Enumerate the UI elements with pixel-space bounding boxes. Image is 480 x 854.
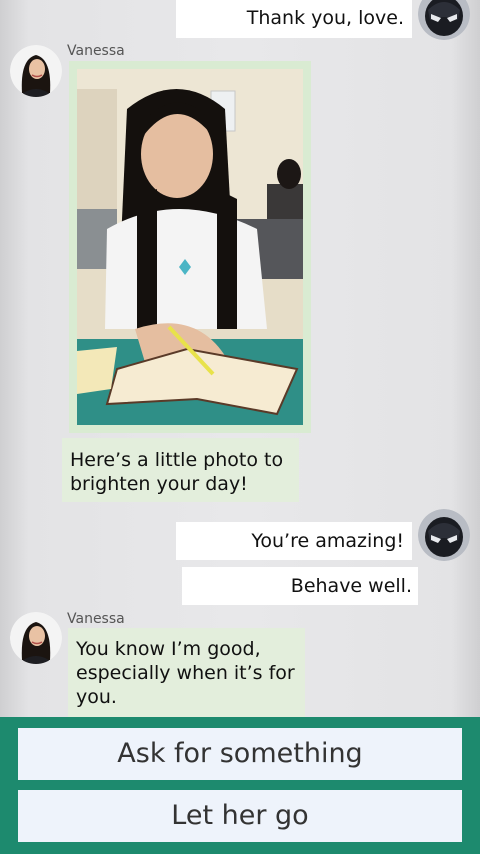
message-text: You’re amazing! <box>251 530 404 552</box>
photo-attachment[interactable] <box>69 61 311 433</box>
choice-ask-for-something[interactable]: Ask for something <box>18 728 462 780</box>
vanessa-avatar <box>10 45 62 97</box>
outgoing-message: Behave well. <box>182 567 418 605</box>
user-avatar-icon <box>418 0 470 40</box>
vanessa-avatar <box>10 612 62 664</box>
shared-photo[interactable] <box>77 69 303 425</box>
user-avatar-icon <box>418 509 470 561</box>
message-text: You know I’m good, especially when it’s … <box>76 638 295 708</box>
incoming-message: Here’s a little photo to brighten your d… <box>62 438 299 502</box>
message-text: Here’s a little photo to brighten your d… <box>70 449 284 495</box>
choice-bar: Ask for something Let her go <box>0 717 480 854</box>
choice-let-her-go[interactable]: Let her go <box>18 790 462 842</box>
incoming-message: You know I’m good, especially when it’s … <box>68 628 305 718</box>
sender-name: Vanessa <box>67 611 125 627</box>
outgoing-message: You’re amazing! <box>176 522 412 560</box>
sender-name: Vanessa <box>67 43 125 59</box>
message-text: Behave well. <box>290 575 412 597</box>
message-text: Thank you, love. <box>246 7 404 29</box>
outgoing-message: Thank you, love. <box>176 0 412 38</box>
